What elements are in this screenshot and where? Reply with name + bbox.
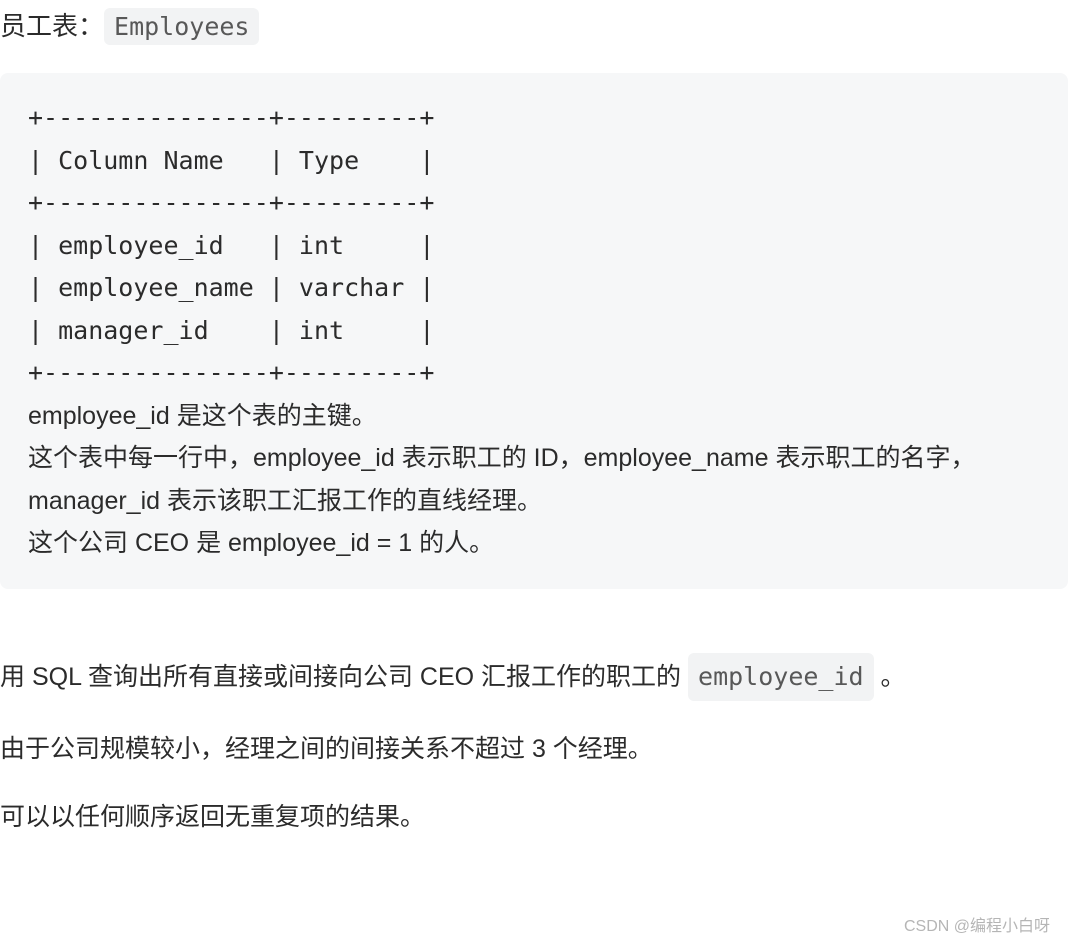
schema-desc-1: employee_id 是这个表的主键。 (28, 402, 377, 430)
question-body: 用 SQL 查询出所有直接或间接向公司 CEO 汇报工作的职工的 employe… (0, 653, 1068, 837)
schema-block: +---------------+---------+ | Column Nam… (0, 73, 1068, 589)
question-p3: 可以以任何顺序返回无重复项的结果。 (0, 797, 1068, 837)
question-p1: 用 SQL 查询出所有直接或间接向公司 CEO 汇报工作的职工的 employe… (0, 653, 1068, 701)
question-p2: 由于公司规模较小，经理之间的间接关系不超过 3 个经理。 (0, 729, 1068, 769)
question-p1-code: employee_id (688, 653, 874, 701)
schema-desc-3: 这个公司 CEO 是 employee_id = 1 的人。 (28, 529, 494, 557)
schema-desc-2: 这个表中每一行中，employee_id 表示职工的 ID，employee_n… (28, 444, 975, 515)
header-line: 员工表：Employees (0, 0, 1068, 59)
table-name-code: Employees (104, 8, 259, 45)
watermark-text: CSDN @编程小白呀 (904, 912, 1050, 936)
schema-ascii-table: +---------------+---------+ | Column Nam… (28, 103, 434, 387)
question-p1-prefix: 用 SQL 查询出所有直接或间接向公司 CEO 汇报工作的职工的 (0, 663, 688, 691)
question-p1-suffix: 。 (874, 663, 906, 691)
header-prefix: 员工表： (0, 11, 104, 41)
